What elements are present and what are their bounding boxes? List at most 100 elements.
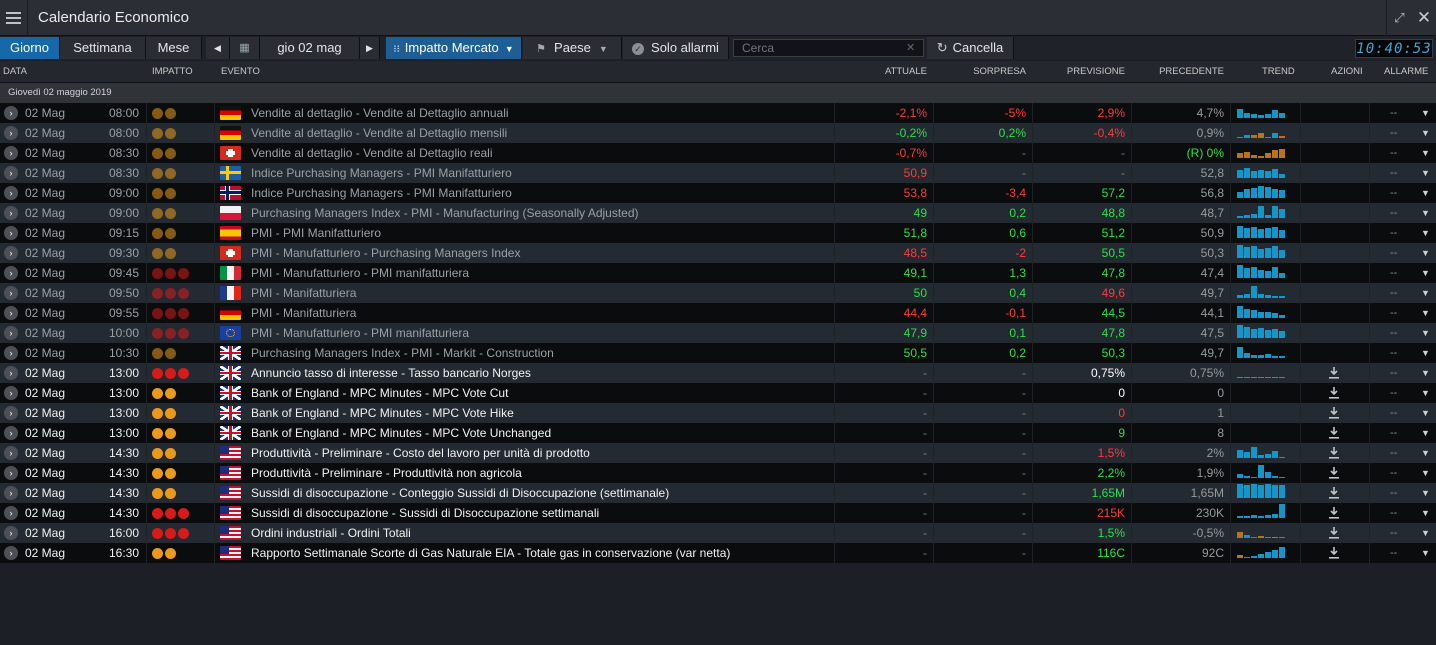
next-day-button[interactable]: ▶: [360, 37, 380, 59]
search-input[interactable]: [733, 39, 924, 57]
expand-row-icon[interactable]: ›: [4, 266, 18, 280]
table-row[interactable]: › 02 Mag 09:00 Purchasing Managers Index - …: [0, 203, 1436, 223]
table-row[interactable]: › 02 Mag 13:00 Bank of England - MPC Minute…: [0, 403, 1436, 423]
expand-row-icon[interactable]: ›: [4, 546, 18, 560]
download-icon[interactable]: [1328, 546, 1340, 560]
col-alarms[interactable]: ALLARME: [1384, 61, 1428, 83]
date-label[interactable]: gio 02 mag: [260, 37, 360, 59]
expand-row-icon[interactable]: ›: [4, 206, 18, 220]
expand-row-icon[interactable]: ›: [4, 246, 18, 260]
table-row[interactable]: › 02 Mag 08:30 Indice Purchasing Managers -…: [0, 163, 1436, 183]
clear-button[interactable]: ↻ Cancella: [927, 37, 1014, 59]
table-row[interactable]: › 02 Mag 09:45 PMI - Manufatturiero - PMI m…: [0, 263, 1436, 283]
country-filter-dropdown[interactable]: ⚑ Paese ▼: [523, 37, 622, 59]
download-icon[interactable]: [1328, 526, 1340, 540]
download-icon[interactable]: [1328, 426, 1340, 440]
expand-row-icon[interactable]: ›: [4, 426, 18, 440]
table-row[interactable]: › 02 Mag 10:30 Purchasing Managers Index - …: [0, 343, 1436, 363]
alarms-only-toggle[interactable]: ✓ Solo allarmi: [623, 37, 729, 59]
col-actual[interactable]: ATTUALE: [850, 61, 927, 83]
download-icon[interactable]: [1328, 406, 1340, 420]
table-row[interactable]: › 02 Mag 10:00 PMI - Manufatturiero - PMI m…: [0, 323, 1436, 343]
alarm-dropdown-icon[interactable]: ▼: [1421, 363, 1430, 383]
alarm-dropdown-icon[interactable]: ▼: [1421, 163, 1430, 183]
expand-row-icon[interactable]: ›: [4, 166, 18, 180]
download-icon[interactable]: [1328, 366, 1340, 380]
alarm-dropdown-icon[interactable]: ▼: [1421, 183, 1430, 203]
alarm-dropdown-icon[interactable]: ▼: [1421, 343, 1430, 363]
table-row[interactable]: › 02 Mag 13:00 Bank of England - MPC Minute…: [0, 423, 1436, 443]
alarm-dropdown-icon[interactable]: ▼: [1421, 223, 1430, 243]
table-row[interactable]: › 02 Mag 09:50 PMI - Manifatturiera 50 0,4 49,…: [0, 283, 1436, 303]
expand-row-icon[interactable]: ›: [4, 106, 18, 120]
menu-icon[interactable]: [0, 0, 28, 36]
table-row[interactable]: › 02 Mag 09:55 PMI - Manifatturiera 44,4 -0,1…: [0, 303, 1436, 323]
col-impact[interactable]: IMPATTO: [152, 61, 193, 83]
expand-row-icon[interactable]: ›: [4, 226, 18, 240]
alarm-dropdown-icon[interactable]: ▼: [1421, 463, 1430, 483]
close-icon[interactable]: ✕: [1412, 0, 1436, 36]
expand-icon[interactable]: ⤢: [1386, 0, 1412, 36]
expand-row-icon[interactable]: ›: [4, 126, 18, 140]
table-row[interactable]: › 02 Mag 14:30 Produttività - Preliminare -…: [0, 463, 1436, 483]
table-row[interactable]: › 02 Mag 09:00 Indice Purchasing Managers -…: [0, 183, 1436, 203]
expand-row-icon[interactable]: ›: [4, 406, 18, 420]
expand-row-icon[interactable]: ›: [4, 346, 18, 360]
expand-row-icon[interactable]: ›: [4, 506, 18, 520]
expand-row-icon[interactable]: ›: [4, 386, 18, 400]
col-forecast[interactable]: PREVISIONE: [1045, 61, 1125, 83]
tab-settimana[interactable]: Settimana: [60, 37, 146, 59]
expand-row-icon[interactable]: ›: [4, 366, 18, 380]
impact-filter-dropdown[interactable]: ⁝⁝ Impatto Mercato ▼: [386, 37, 522, 59]
table-row[interactable]: › 02 Mag 09:30 PMI - Manufatturiero - Purch…: [0, 243, 1436, 263]
table-row[interactable]: › 02 Mag 08:30 Vendite al dettaglio - Vendi…: [0, 143, 1436, 163]
alarm-dropdown-icon[interactable]: ▼: [1421, 123, 1430, 143]
alarm-dropdown-icon[interactable]: ▼: [1421, 483, 1430, 503]
alarm-dropdown-icon[interactable]: ▼: [1421, 243, 1430, 263]
table-row[interactable]: › 02 Mag 09:15 PMI - PMI Manifatturiero 51,8…: [0, 223, 1436, 243]
expand-row-icon[interactable]: ›: [4, 326, 18, 340]
alarm-dropdown-icon[interactable]: ▼: [1421, 143, 1430, 163]
download-icon[interactable]: [1328, 486, 1340, 500]
alarm-dropdown-icon[interactable]: ▼: [1421, 203, 1430, 223]
expand-row-icon[interactable]: ›: [4, 286, 18, 300]
table-row[interactable]: › 02 Mag 14:30 Sussidi di disoccupazione - …: [0, 483, 1436, 503]
alarm-dropdown-icon[interactable]: ▼: [1421, 283, 1430, 303]
table-row[interactable]: › 02 Mag 13:00 Annuncio tasso di interesse …: [0, 363, 1436, 383]
download-icon[interactable]: [1328, 506, 1340, 520]
table-row[interactable]: › 02 Mag 16:00 Ordini industriali - Ordini …: [0, 523, 1436, 543]
download-icon[interactable]: [1328, 446, 1340, 460]
alarm-dropdown-icon[interactable]: ▼: [1421, 543, 1430, 563]
col-date[interactable]: DATA: [3, 61, 27, 83]
expand-row-icon[interactable]: ›: [4, 466, 18, 480]
download-icon[interactable]: [1328, 386, 1340, 400]
alarm-dropdown-icon[interactable]: ▼: [1421, 403, 1430, 423]
alarm-dropdown-icon[interactable]: ▼: [1421, 523, 1430, 543]
alarm-dropdown-icon[interactable]: ▼: [1421, 503, 1430, 523]
alarm-dropdown-icon[interactable]: ▼: [1421, 263, 1430, 283]
expand-row-icon[interactable]: ›: [4, 186, 18, 200]
tab-giorno[interactable]: Giorno: [0, 37, 60, 59]
table-row[interactable]: › 02 Mag 14:30 Produttività - Preliminare -…: [0, 443, 1436, 463]
expand-row-icon[interactable]: ›: [4, 446, 18, 460]
col-surprise[interactable]: SORPRESA: [950, 61, 1026, 83]
expand-row-icon[interactable]: ›: [4, 526, 18, 540]
download-icon[interactable]: [1328, 466, 1340, 480]
expand-row-icon[interactable]: ›: [4, 146, 18, 160]
col-previous[interactable]: PRECEDENTE: [1140, 61, 1224, 83]
prev-day-button[interactable]: ◀: [206, 37, 230, 59]
table-row[interactable]: › 02 Mag 13:00 Bank of England - MPC Minute…: [0, 383, 1436, 403]
table-row[interactable]: › 02 Mag 16:30 Rapporto Settimanale Scorte …: [0, 543, 1436, 563]
tab-mese[interactable]: Mese: [146, 37, 202, 59]
table-row[interactable]: › 02 Mag 14:30 Sussidi di disoccupazione - …: [0, 503, 1436, 523]
alarm-dropdown-icon[interactable]: ▼: [1421, 383, 1430, 403]
search-clear-icon[interactable]: ✕: [906, 41, 915, 54]
table-row[interactable]: › 02 Mag 08:00 Vendite al dettaglio - Vendi…: [0, 123, 1436, 143]
col-event[interactable]: EVENTO: [221, 61, 260, 83]
col-actions[interactable]: AZIONI: [1331, 61, 1363, 83]
calendar-icon[interactable]: ▦: [230, 37, 260, 59]
alarm-dropdown-icon[interactable]: ▼: [1421, 443, 1430, 463]
col-trend[interactable]: TREND: [1262, 61, 1295, 83]
alarm-dropdown-icon[interactable]: ▼: [1421, 423, 1430, 443]
alarm-dropdown-icon[interactable]: ▼: [1421, 103, 1430, 123]
